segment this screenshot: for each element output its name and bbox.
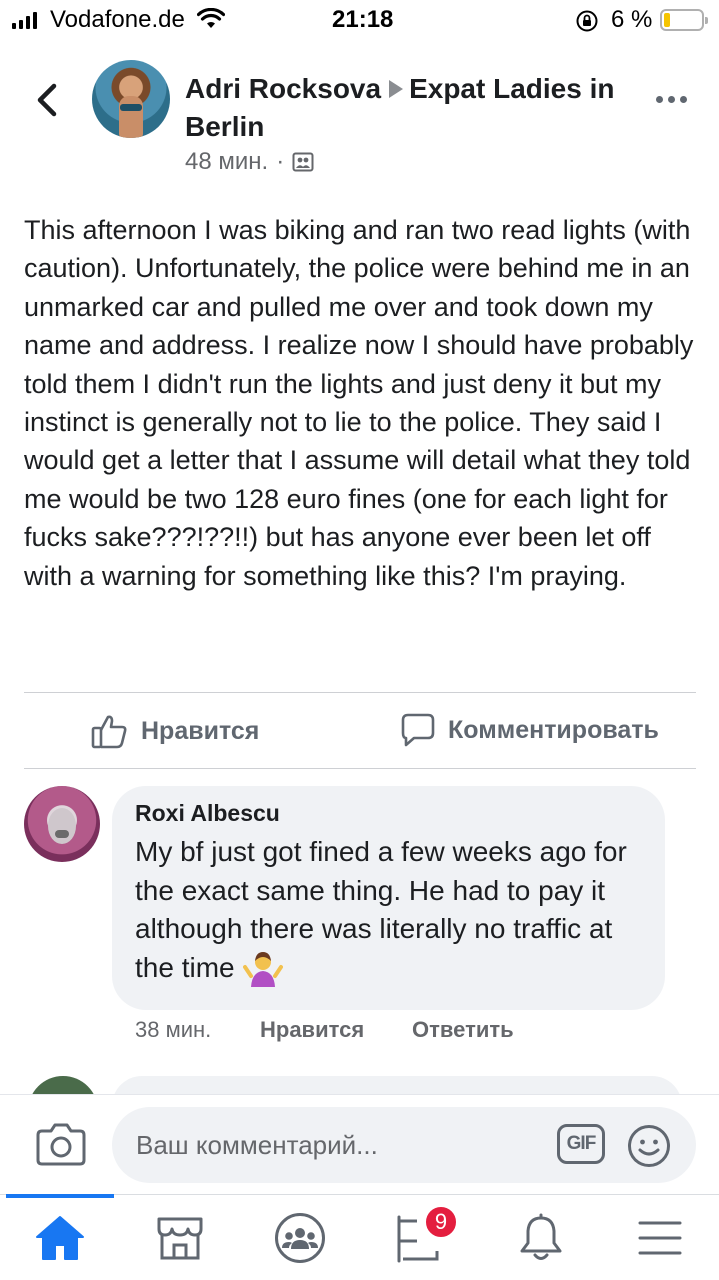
active-tab-indicator [6,1194,114,1198]
groups-icon[interactable] [272,1212,328,1264]
post-meta: 48 мин. · [185,148,314,176]
home-icon[interactable] [32,1212,88,1264]
comment-bubble-icon [401,713,435,747]
clock: 21:18 [332,6,394,33]
wifi-icon [197,8,225,28]
like-label: Нравится [141,716,260,745]
bottom-nav [0,1194,719,1280]
group-audience-icon [292,152,314,172]
comment-like-button[interactable]: Нравится [260,1017,364,1043]
comment-text: My bf just got fined a few weeks ago for… [135,833,655,989]
comment-button[interactable]: Комментировать [400,712,659,748]
like-button[interactable]: Нравится [91,712,259,750]
person-shrugging-emoji [242,952,283,988]
divider [24,692,696,693]
divider [24,768,696,769]
posted-in-arrow-icon [389,79,404,98]
comment-label: Комментировать [448,715,659,744]
author-avatar[interactable] [92,60,170,138]
battery-icon [660,9,708,31]
comment-time: 38 мин. [135,1017,212,1042]
thumbs-up-icon [91,715,127,749]
bell-icon[interactable] [513,1212,569,1264]
post-text: This afternoon I was biking and ran two … [24,215,694,591]
more-options-icon[interactable] [656,96,687,103]
post-time[interactable]: 48 мин. [185,148,268,176]
camera-icon[interactable] [36,1122,86,1166]
emoji-smiley-icon[interactable] [627,1124,671,1168]
carrier-name: Vodafone.de [50,6,185,33]
commenter-avatar[interactable] [24,786,100,862]
gif-button[interactable]: GIF [557,1124,605,1164]
author-name[interactable]: Adri Rocksova [185,73,381,104]
signal-icon [12,11,37,29]
post-header: Adri Rocksova Expat Ladies in Berlin [185,70,615,146]
battery-percent: 6 % [611,6,653,33]
status-bar: Vodafone.de 21:18 6 % [0,0,719,40]
comment-reply-button[interactable]: Ответить [412,1017,514,1043]
back-arrow-icon[interactable] [30,80,66,120]
commenter-name[interactable]: Roxi Albescu [135,800,280,827]
comment-input[interactable] [112,1107,696,1183]
notification-badge: 9 [423,1204,459,1240]
menu-icon[interactable] [632,1212,688,1264]
meta-separator: · [276,148,285,175]
marketplace-icon[interactable] [152,1212,208,1264]
orientation-lock-icon [576,10,598,32]
